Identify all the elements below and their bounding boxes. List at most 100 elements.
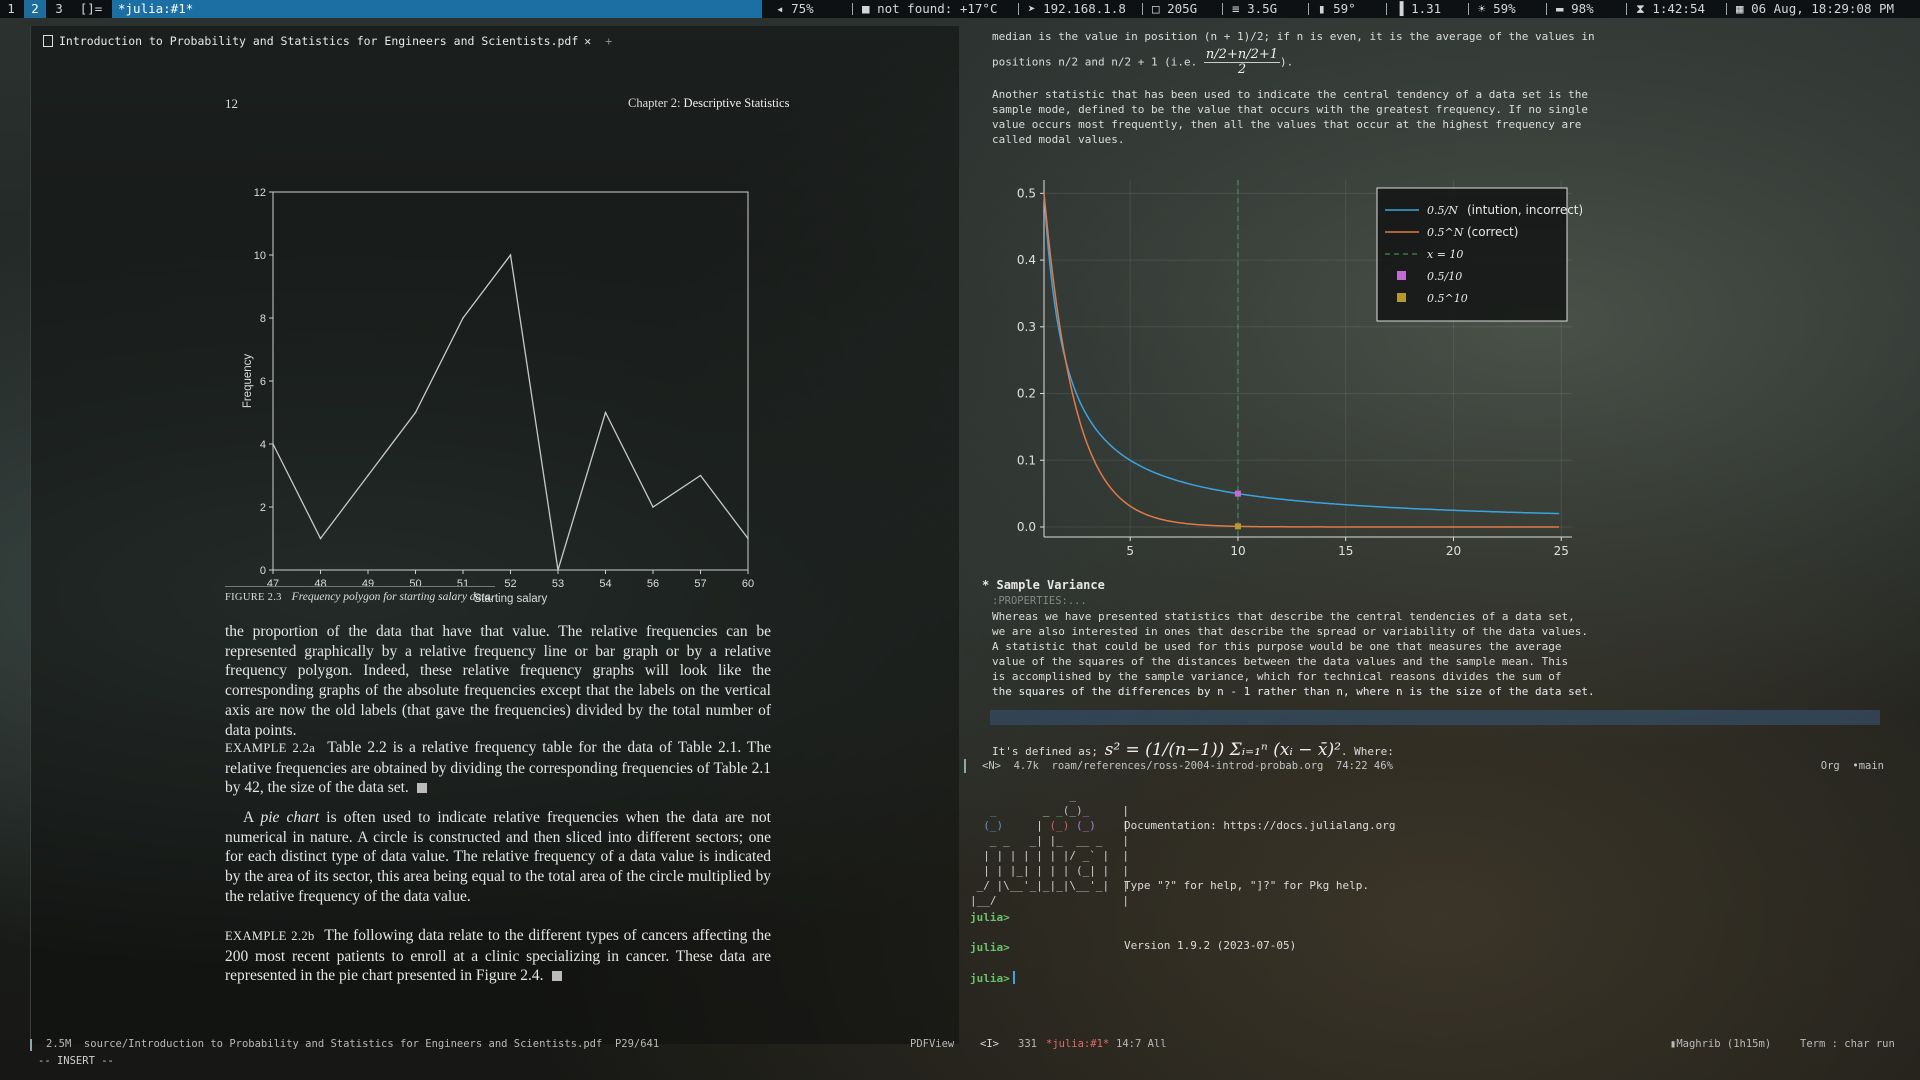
- y-tick-label: 8: [260, 313, 266, 325]
- status-text: 59%: [1493, 1, 1516, 16]
- pie-prefix: A: [243, 809, 261, 826]
- julia-ascii-logo: _ _ _ _(_)_ | (_) | (_) (_) | _ _ _| |_ …: [970, 789, 1129, 907]
- y-tick-label: 0.2: [1017, 387, 1036, 401]
- x-tick-label: 5: [1126, 544, 1134, 558]
- prayer-time: ▮ Maghrib (1h15m): [1670, 1036, 1771, 1052]
- example-2-2a-label: EXAMPLE 2.2a: [225, 741, 316, 755]
- julia-prompt: julia>: [970, 941, 1010, 954]
- x-tick-label: 60: [742, 578, 754, 590]
- frequency-polygon-chart: 02468101247 48 49 50 51 52 53 54 56 57 60Starting …: [242, 187, 754, 605]
- median-fraction-denominator: 2: [1237, 62, 1247, 77]
- variance-definition: It's defined as; s² = (1/(n−1)) Σᵢ₌₁ⁿ (x…: [992, 740, 1394, 760]
- figure-caption-text: Frequency polygon for starting salary da…: [291, 591, 494, 603]
- x-tick-label: 57: [694, 578, 706, 590]
- data-point: [557, 569, 559, 571]
- status-calendar: ▦ 06 Aug, 18:29:08 PM: [1736, 0, 1894, 18]
- page-number: 12: [225, 96, 238, 111]
- org-buffer-pane[interactable]: median is the value in position (n + 1)/…: [962, 26, 1890, 766]
- x-tick-label: 48: [314, 578, 326, 590]
- variance-formula: s² = (1/(n−1)) Σᵢ₌₁ⁿ (xᵢ − x̄)²: [1104, 740, 1341, 760]
- legend-swatch: [1397, 271, 1406, 280]
- data-point: [604, 411, 607, 414]
- close-tab-icon[interactable]: ✕: [584, 34, 591, 48]
- chapter-header: Chapter 2: Descriptive Statistics: [628, 96, 789, 111]
- window-title: *julia:#1*: [112, 0, 762, 18]
- x-tick-label: 56: [647, 578, 659, 590]
- x-tick-label: 49: [362, 578, 374, 590]
- minibuffer[interactable]: -- INSERT --: [38, 1055, 114, 1067]
- workspace-2[interactable]: 2: [24, 0, 46, 18]
- status-temperature: ▮ 59°: [1318, 0, 1356, 18]
- julia-repl-pane[interactable]: _ _ _ _(_)_ | (_) | (_) (_) | _ _ _| |_ …: [962, 776, 1890, 1036]
- status-separator: [852, 3, 853, 15]
- prayer-time-text: Maghrib (1h15m): [1676, 1038, 1772, 1050]
- figure-label: FIGURE 2.3: [225, 592, 282, 603]
- julia-prompt-active[interactable]: julia>: [970, 971, 1015, 985]
- julia-doc-link[interactable]: Documentation: https://docs.julialang.or…: [1124, 818, 1396, 833]
- median-fraction-numerator: n/2+n/2+1: [1203, 47, 1281, 63]
- org-heading[interactable]: * Sample Variance: [982, 578, 1105, 592]
- y-tick-label: 0.3: [1017, 320, 1036, 334]
- status-separator: [1386, 3, 1387, 15]
- workspace-3[interactable]: 3: [48, 0, 70, 18]
- layout-indicator[interactable]: []=: [76, 0, 106, 18]
- median-line-1: median is the value in position (n + 1)/…: [992, 30, 1595, 43]
- marker-point: [1234, 523, 1241, 530]
- end-of-example-icon: [551, 971, 562, 982]
- new-tab-icon[interactable]: +: [605, 34, 612, 48]
- definition-prefix: It's defined as;: [992, 745, 1105, 758]
- julia-version: Version 1.9.2 (2023-07-05): [1124, 939, 1297, 952]
- chapter-prefix: Chapter 2:: [628, 96, 681, 110]
- status-text: 1.31: [1411, 1, 1442, 16]
- data-point: [272, 443, 274, 445]
- pdf-viewer-pane[interactable]: Introduction to Probability and Statisti…: [30, 26, 959, 1044]
- status-load: ▐ 1.31: [1396, 0, 1441, 18]
- pdf-tab[interactable]: Introduction to Probability and Statisti…: [43, 32, 612, 50]
- status-text: 75%: [791, 1, 814, 16]
- cursor-position: 14:7 All: [1116, 1038, 1167, 1050]
- legend-math: 0.5/10: [1427, 270, 1462, 283]
- median-line-2-text: positions n/2 and n/2 + 1 (i.e.: [992, 55, 1204, 69]
- x-tick-label: 10: [1230, 544, 1245, 558]
- modeline-indicator: [964, 759, 966, 773]
- current-line-highlight: [990, 710, 1880, 725]
- weather-icon: ■: [862, 1, 878, 16]
- x-tick-label: 50: [409, 578, 421, 590]
- status-text: not found: +17°C: [877, 1, 998, 16]
- workspace-1[interactable]: 1: [0, 0, 22, 18]
- memory-icon: ≡: [1232, 1, 1248, 16]
- y-tick-label: 0: [260, 565, 266, 577]
- battery-icon: ▬: [1556, 1, 1572, 16]
- variance-line-1: Whereas we have presented statistics tha…: [992, 610, 1575, 623]
- disk-icon: □: [1152, 1, 1168, 16]
- evil-state: <I>: [980, 1038, 999, 1050]
- legend-label: (intution, incorrect): [1467, 203, 1582, 217]
- legend-label: (correct): [1467, 225, 1518, 239]
- bottom-modeline: 2.5M source/Introduction to Probability …: [30, 1036, 1895, 1052]
- status-separator: [1222, 3, 1223, 15]
- variance-line-6: the squares of the differences by n - 1 …: [992, 685, 1595, 698]
- status-separator: [1308, 3, 1309, 15]
- x-tick-label: 51: [457, 578, 469, 590]
- status-separator: [1468, 3, 1469, 15]
- x-tick-label: 47: [267, 578, 279, 590]
- status-text: 3.5G: [1247, 1, 1278, 16]
- buffer-name: *julia:#1*: [1046, 1038, 1110, 1050]
- heading-bullet: *: [982, 578, 990, 592]
- median-line-2: positions n/2 and n/2 + 1 (i.e. n/2+n/2+…: [992, 48, 1293, 77]
- data-point: [652, 506, 654, 508]
- y-tick-label: 12: [254, 187, 266, 199]
- properties-drawer[interactable]: :PROPERTIES:...: [992, 595, 1087, 607]
- status-network: ➤ 192.168.1.8: [1028, 0, 1126, 18]
- y-tick-label: 4: [260, 439, 266, 451]
- y-tick-label: 2: [260, 502, 266, 514]
- hourglass-icon: ⧗: [1636, 1, 1653, 16]
- legend-swatch: [1397, 293, 1406, 302]
- y-tick-label: 6: [260, 376, 266, 388]
- org-modeline-left: <N> 4.7k roam/references/ross-2004-intro…: [982, 760, 1393, 772]
- legend-math: 0.5^N: [1427, 226, 1464, 239]
- status-separator: [1626, 3, 1627, 15]
- status-brightness: ☀ 59%: [1478, 0, 1516, 18]
- x-tick-label: 15: [1338, 544, 1353, 558]
- julia-prompt: julia>: [970, 911, 1010, 924]
